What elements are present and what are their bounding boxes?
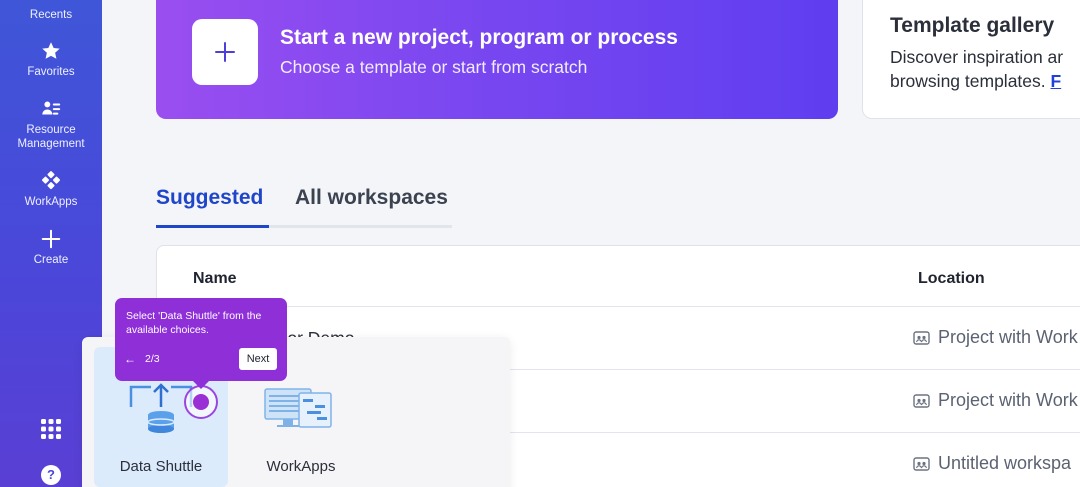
people-icon — [42, 101, 61, 115]
sidebar-item-label: Favorites — [27, 66, 75, 78]
column-header-name[interactable]: Name — [193, 270, 237, 288]
active-tab-indicator — [156, 225, 269, 228]
gallery-title: Template gallery — [890, 14, 1055, 37]
workapps-screens-icon — [264, 388, 332, 428]
new-project-banner[interactable]: Start a new project, program or process … — [156, 0, 838, 119]
tooltip-pointer — [192, 380, 210, 389]
next-button[interactable]: Next — [239, 348, 277, 370]
new-project-button[interactable] — [192, 19, 258, 85]
header-divider — [157, 306, 1080, 307]
app-label: Data Shuttle — [119, 458, 203, 475]
sidebar-item-label: Recents — [29, 9, 73, 21]
row-location-text: Project with Work — [938, 327, 1078, 347]
back-arrow-icon[interactable]: ← — [124, 352, 136, 366]
plus-icon — [41, 229, 61, 249]
sidebar-item-label: Create — [33, 254, 69, 266]
sidebar-item-favorites[interactable]: Favorites — [0, 40, 102, 79]
row-location-text: Untitled workspa — [938, 453, 1072, 473]
gallery-desc-line1: Discover inspiration ar — [890, 47, 1064, 67]
app-root: Recents Favorites Resource Management Wo… — [0, 0, 1080, 487]
gallery-desc-line2: browsing templates. — [890, 71, 1051, 91]
sidebar-item-create[interactable]: Create — [0, 228, 102, 267]
row-location[interactable]: Untitled workspa — [913, 453, 1071, 474]
plus-icon — [215, 42, 235, 62]
app-label: WorkApps — [266, 458, 336, 475]
row-location-text: Project with Work — [938, 390, 1078, 410]
workspace-tabs: Suggested All workspaces — [156, 186, 452, 228]
tab-suggested[interactable]: Suggested — [156, 186, 263, 210]
guide-hotspot-dot — [193, 394, 209, 410]
banner-subtitle: Choose a template or start from scratch — [280, 57, 588, 77]
sidebar-item-label: WorkApps — [24, 196, 78, 208]
workspace-folder-icon — [913, 331, 930, 345]
gallery-link[interactable]: F — [1051, 71, 1062, 91]
sidebar-item-recents[interactable]: Recents — [0, 0, 102, 22]
sidebar-item-resource-management[interactable]: Resource Management — [0, 98, 102, 151]
guide-hotspot[interactable] — [184, 385, 218, 419]
workapps-icon — [41, 171, 61, 190]
gallery-description: Discover inspiration ar browsing templat… — [890, 45, 1063, 93]
star-icon — [42, 42, 60, 59]
row-location[interactable]: Project with Work — [913, 327, 1078, 348]
step-counter: 2/3 — [145, 353, 160, 365]
app-grid-icon — [41, 419, 61, 439]
template-gallery-card[interactable]: Template gallery Discover inspiration ar… — [862, 0, 1080, 119]
sidebar-item-workapps[interactable]: WorkApps — [0, 170, 102, 209]
sidebar-item-label: Resource Management — [17, 124, 85, 150]
workspace-folder-icon — [913, 394, 930, 408]
help-icon: ? — [41, 465, 61, 485]
column-header-location[interactable]: Location — [918, 270, 985, 288]
workspace-folder-icon — [913, 457, 930, 471]
tab-all-workspaces[interactable]: All workspaces — [295, 186, 448, 210]
banner-title: Start a new project, program or process — [280, 26, 678, 49]
tooltip-text: Select 'Data Shuttle' from the available… — [126, 310, 262, 336]
guide-tooltip: Select 'Data Shuttle' from the available… — [115, 298, 287, 389]
row-location[interactable]: Project with Work — [913, 390, 1078, 411]
